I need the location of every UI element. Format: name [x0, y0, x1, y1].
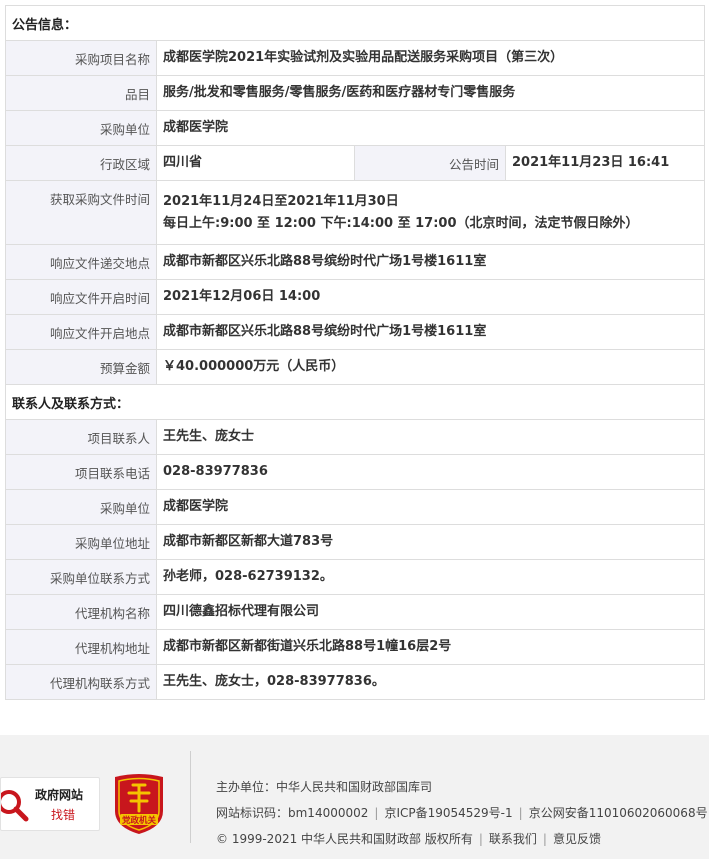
project-name-label: 采购项目名称: [5, 40, 157, 76]
section-title-contacts: 联系人及联系方式：: [4, 384, 706, 420]
region-label: 行政区域: [5, 145, 157, 181]
table-row: 代理机构联系方式 王先生、庞女士，028-83977836。: [5, 664, 706, 700]
announce-time-label: 公告时间: [354, 145, 506, 181]
agency-contact-value: 王先生、庞女士，028-83977836。: [155, 664, 706, 700]
contact-purchaser-label: 采购单位: [5, 489, 157, 525]
badge-line1: 政府网站: [35, 788, 84, 802]
table-row: 项目联系人 王先生、庞女士: [5, 419, 706, 455]
table-row: 采购单位联系方式 孙老师，028-62739132。: [5, 559, 706, 595]
purchaser-contact-label: 采购单位联系方式: [5, 559, 157, 595]
table-row: 采购单位地址 成都市新都区新都大道783号: [5, 524, 706, 560]
category-label: 品目: [5, 75, 157, 111]
party-gov-agency-emblem-icon[interactable]: 党政机关: [111, 771, 167, 835]
submit-place-value: 成都市新都区兴乐北路88号缤纷时代广场1号楼1611室: [155, 244, 706, 280]
feedback-link[interactable]: 意见反馈: [553, 832, 601, 846]
footer-copyright-line: © 1999-2021 中华人民共和国财政部 版权所有 | 联系我们 | 意见反馈: [216, 832, 601, 846]
police-record-link[interactable]: 京公网安备11010602060068号: [529, 806, 708, 820]
purchaser-addr-label: 采购单位地址: [5, 524, 157, 560]
announcement-panel: 公告信息： 采购项目名称 成都医学院2021年实验试剂及实验用品配送服务采购项目…: [4, 5, 706, 700]
site-footer: 政府网站 找错 党政机关 主办单位：中华人民共和国财政部国库司 网站标识码：bm…: [0, 735, 709, 859]
agency-addr-label: 代理机构地址: [5, 629, 157, 665]
contact-purchaser-value: 成都医学院: [155, 489, 706, 525]
footer-divider: [190, 751, 191, 843]
magnifier-icon: [1, 790, 29, 822]
open-time-label: 响应文件开启时间: [5, 279, 157, 315]
section-row-contacts: 联系人及联系方式：: [4, 384, 706, 420]
doc-time-dates: 2021年11月24日至2021年11月30日: [163, 193, 399, 209]
budget-label: 预算金额: [5, 349, 157, 385]
table-row: 代理机构地址 成都市新都区新都街道兴乐北路88号1幢16层2号: [5, 629, 706, 665]
emblem-label: 党政机关: [122, 815, 157, 826]
doc-time-hours: 每日上午:9:00 至 12:00 下午:14:00 至 17:00（北京时间，…: [163, 215, 639, 231]
agency-name-label: 代理机构名称: [5, 594, 157, 630]
project-name-value: 成都医学院2021年实验试剂及实验用品配送服务采购项目（第三次）: [155, 40, 706, 76]
doc-time-label: 获取采购文件时间: [5, 180, 157, 245]
project-contact-label: 项目联系人: [5, 419, 157, 455]
badge-line2: 找错: [51, 808, 76, 822]
project-phone-value: 028-83977836: [155, 454, 706, 490]
purchaser-addr-value: 成都市新都区新都大道783号: [155, 524, 706, 560]
agency-contact-label: 代理机构联系方式: [5, 664, 157, 700]
agency-addr-value: 成都市新都区新都街道兴乐北路88号1幢16层2号: [155, 629, 706, 665]
table-row: 采购单位 成都医学院: [5, 489, 706, 525]
project-contact-value: 王先生、庞女士: [155, 419, 706, 455]
announcement-table: 公告信息： 采购项目名称 成都医学院2021年实验试剂及实验用品配送服务采购项目…: [4, 5, 706, 700]
announce-time-value: 2021年11月23日 16:41: [504, 145, 706, 181]
open-time-value: 2021年12月06日 14:00: [155, 279, 706, 315]
category-value: 服务/批发和零售服务/零售服务/医药和医疗器材专门零售服务: [155, 75, 706, 111]
table-row: 响应文件开启地点 成都市新都区兴乐北路88号缤纷时代广场1号楼1611室: [5, 314, 706, 350]
doc-time-value: 2021年11月24日至2021年11月30日 每日上午:9:00 至 12:0…: [155, 180, 706, 245]
table-row: 响应文件开启时间 2021年12月06日 14:00: [5, 279, 706, 315]
region-value: 四川省: [156, 145, 355, 181]
table-row: 响应文件递交地点 成都市新都区兴乐北路88号缤纷时代广场1号楼1611室: [5, 244, 706, 280]
budget-value: ￥40.000000万元（人民币）: [155, 349, 706, 385]
footer-sponsor: 主办单位：中华人民共和国财政部国库司: [216, 780, 433, 794]
table-row: 代理机构名称 四川德鑫招标代理有限公司: [5, 594, 706, 630]
table-row: 获取采购文件时间 2021年11月24日至2021年11月30日 每日上午:9:…: [5, 180, 706, 245]
gov-site-error-report-badge[interactable]: 政府网站 找错: [0, 777, 100, 831]
contact-us-link[interactable]: 联系我们: [489, 832, 537, 846]
icp-link[interactable]: 京ICP备19054529号-1: [384, 806, 512, 820]
table-row: 采购单位 成都医学院: [5, 110, 706, 146]
purchaser-value: 成都医学院: [155, 110, 706, 146]
table-row: 预算金额 ￥40.000000万元（人民币）: [5, 349, 706, 385]
submit-place-label: 响应文件递交地点: [5, 244, 157, 280]
table-row: 采购项目名称 成都医学院2021年实验试剂及实验用品配送服务采购项目（第三次）: [5, 40, 706, 76]
section-row-notice: 公告信息：: [4, 5, 706, 41]
site-id: 网站标识码：bm14000002: [216, 806, 369, 820]
copyright-text: © 1999-2021 中华人民共和国财政部 版权所有: [216, 832, 473, 846]
purchaser-contact-value: 孙老师，028-62739132。: [155, 559, 706, 595]
table-row: 品目 服务/批发和零售服务/零售服务/医药和医疗器材专门零售服务: [5, 75, 706, 111]
footer-registration-line: 网站标识码：bm14000002 | 京ICP备19054529号-1 | 京公网安备1…: [216, 806, 708, 820]
open-place-label: 响应文件开启地点: [5, 314, 157, 350]
section-title-notice: 公告信息：: [4, 5, 706, 41]
open-place-value: 成都市新都区兴乐北路88号缤纷时代广场1号楼1611室: [155, 314, 706, 350]
project-phone-label: 项目联系电话: [5, 454, 157, 490]
table-row: 项目联系电话 028-83977836: [5, 454, 706, 490]
table-row: 行政区域 四川省 公告时间 2021年11月23日 16:41: [5, 145, 706, 181]
agency-name-value: 四川德鑫招标代理有限公司: [155, 594, 706, 630]
purchaser-label: 采购单位: [5, 110, 157, 146]
